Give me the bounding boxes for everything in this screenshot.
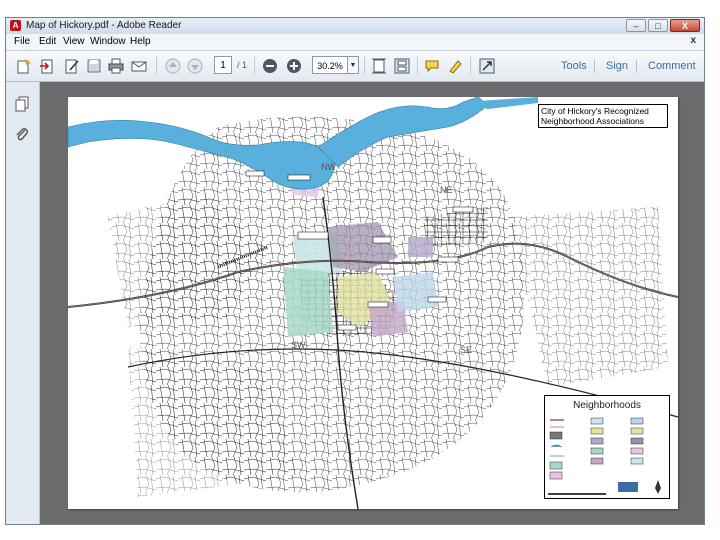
menu-window[interactable]: Window (90, 36, 126, 47)
export-icon[interactable] (39, 58, 55, 74)
toolbar: 1 / 1 30.2% ▼ Tools Sign Comment (6, 51, 704, 82)
map-title: City of Hickory's Recognized Neighborhoo… (538, 104, 668, 128)
toolbar-separator (594, 59, 595, 73)
legend-title: Neighborhoods (573, 400, 641, 411)
pages-icon[interactable] (15, 96, 29, 112)
page-total: / 1 (237, 60, 248, 70)
zoom-out-icon[interactable] (262, 58, 278, 74)
window-controls: – □ X (626, 19, 700, 32)
adobe-reader-icon: A (10, 20, 21, 31)
map-title-line-1: City of Hickory's Recognized (541, 106, 649, 116)
scroll-mode-icon[interactable] (394, 58, 410, 74)
tools-pane-link[interactable]: Tools (561, 60, 587, 72)
navigation-panel (6, 82, 40, 524)
toolbar-separator (156, 57, 157, 75)
page-number-input[interactable]: 1 (214, 56, 232, 74)
toolbar-separator (417, 57, 418, 75)
menu-file[interactable]: File (14, 36, 30, 47)
chevron-down-icon[interactable]: ▼ (347, 56, 359, 74)
sign-pane-link[interactable]: Sign (606, 60, 628, 72)
area-label-ne: NE (440, 185, 453, 195)
area-label-se: SE (460, 345, 473, 355)
toolbar-separator (636, 59, 637, 73)
menu-edit[interactable]: Edit (39, 36, 56, 47)
legend-swatches (548, 417, 661, 495)
full-screen-icon[interactable] (479, 58, 495, 74)
comment-icon[interactable] (424, 58, 440, 74)
toolbar-separator (470, 57, 471, 75)
map-title-line-2: Neighborhood Associations (541, 116, 645, 126)
zoom-input[interactable]: 30.2% (312, 56, 348, 74)
menu-help[interactable]: Help (130, 36, 151, 47)
toolbar-separator (364, 57, 365, 75)
comment-pane-link[interactable]: Comment (648, 60, 696, 72)
toolbar-separator (254, 57, 255, 75)
highlight-icon[interactable] (447, 58, 463, 74)
attachments-icon[interactable] (15, 126, 29, 142)
close-button[interactable]: X (670, 19, 700, 32)
area-label-nw: NW (321, 162, 336, 172)
save-icon[interactable] (86, 58, 102, 74)
menu-view[interactable]: View (63, 36, 85, 47)
fit-page-icon[interactable] (371, 58, 387, 74)
close-document-icon[interactable]: x (690, 35, 696, 46)
print-icon[interactable] (108, 58, 124, 74)
title-bar[interactable]: A Map of Hickory.pdf - Adobe Reader – □ … (6, 18, 704, 34)
document-viewer[interactable]: NW NE SW SE City of Hickory's Recognized… (40, 82, 704, 524)
menu-bar: File Edit View Window Help x (6, 34, 704, 51)
create-icon[interactable] (16, 58, 32, 74)
minimize-button[interactable]: – (626, 19, 646, 32)
window-title: Map of Hickory.pdf - Adobe Reader (26, 20, 182, 31)
reader-window: A Map of Hickory.pdf - Adobe Reader – □ … (5, 17, 705, 525)
edit-icon[interactable] (64, 58, 80, 74)
email-icon[interactable] (131, 58, 147, 74)
map-legend: Neighborhoods (544, 395, 670, 499)
area-label-sw: SW (291, 340, 306, 350)
next-page-icon[interactable] (187, 58, 203, 74)
previous-page-icon[interactable] (165, 58, 181, 74)
zoom-in-icon[interactable] (286, 58, 302, 74)
pdf-page[interactable]: NW NE SW SE City of Hickory's Recognized… (68, 97, 678, 509)
maximize-button[interactable]: □ (648, 19, 668, 32)
